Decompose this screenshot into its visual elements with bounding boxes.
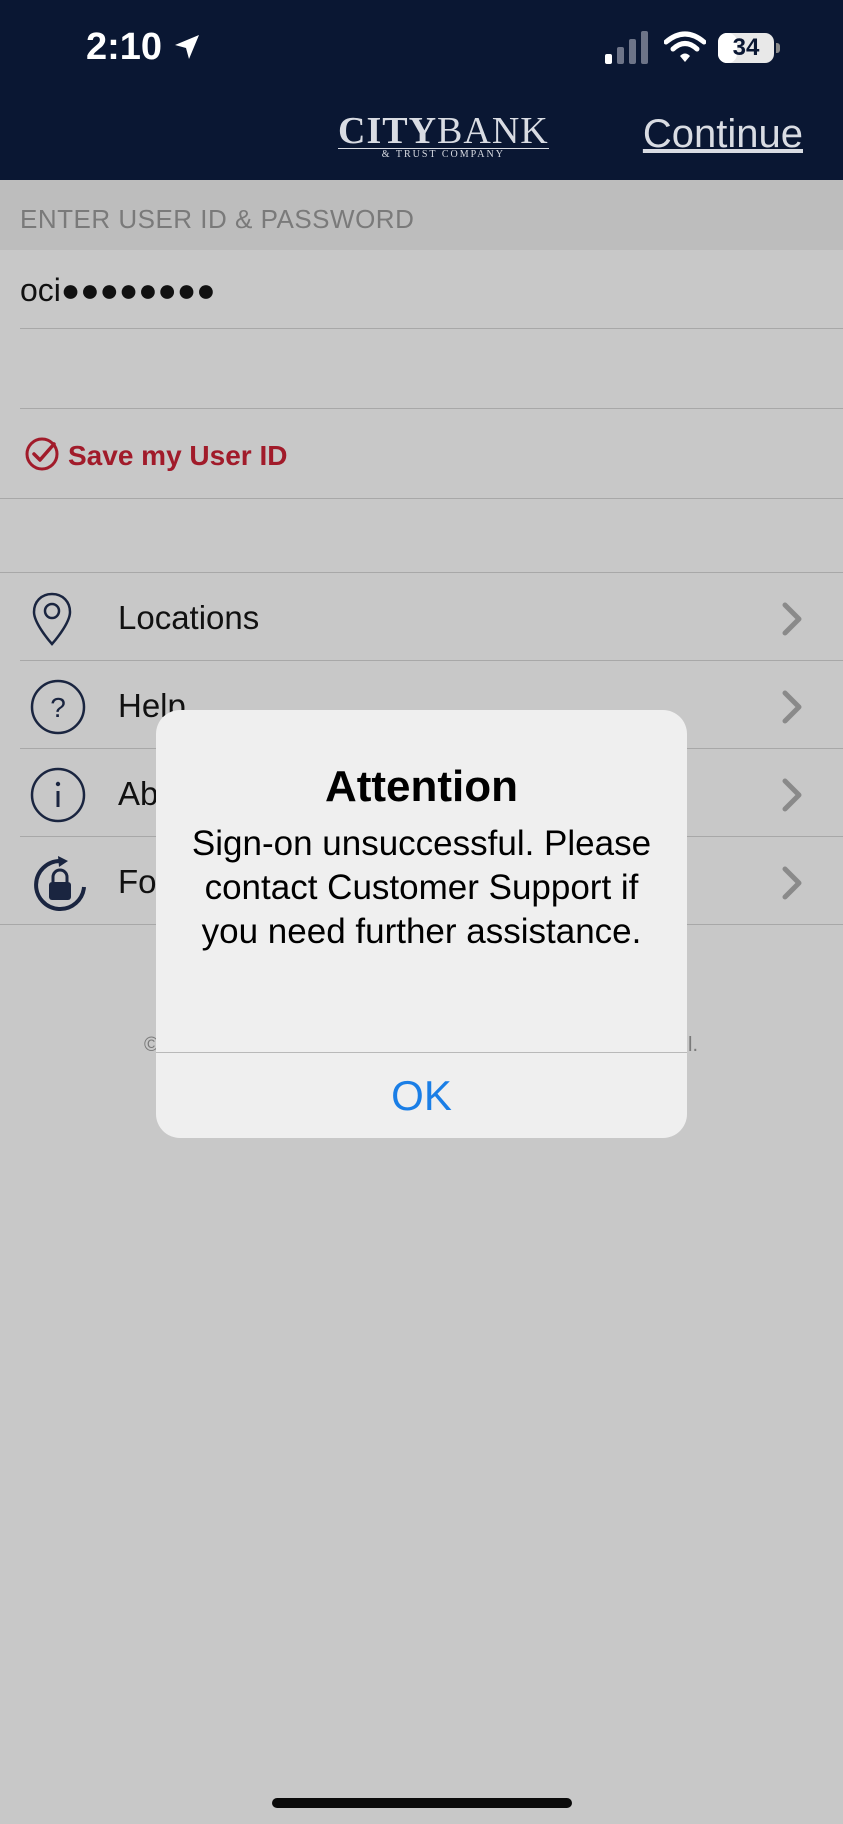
password-field[interactable]: [0, 329, 843, 408]
chevron-right-icon: [782, 690, 802, 724]
info-circle-icon: [30, 767, 86, 823]
svg-text:?: ?: [50, 692, 66, 723]
lock-refresh-icon: [34, 856, 86, 911]
location-arrow-icon: [175, 35, 199, 59]
footer-text-fragment: l.: [688, 1034, 698, 1056]
attention-alert-dialog: Attention Sign-on unsuccessful. Please c…: [156, 710, 687, 1138]
user-id-value: oci●●●●●●●●: [20, 272, 216, 308]
battery-icon: 34: [718, 33, 780, 63]
divider: [0, 498, 843, 499]
question-circle-icon: ?: [30, 679, 86, 735]
citybank-logo: CITYBANK & TRUST COMPANY: [338, 110, 549, 160]
top-navigation-bar: 2:10 34 CITYBANK & TRUST COMPANY Continu…: [0, 0, 843, 180]
user-id-field[interactable]: oci●●●●●●●●: [0, 250, 843, 328]
section-header-label: ENTER USER ID & PASSWORD: [20, 204, 415, 234]
continue-button[interactable]: Continue: [643, 112, 803, 157]
section-header: ENTER USER ID & PASSWORD: [0, 180, 843, 250]
battery-level: 34: [732, 34, 760, 61]
wifi-icon: [664, 31, 706, 62]
home-indicator[interactable]: [272, 1798, 572, 1808]
menu-item-label: Ab: [118, 775, 159, 812]
location-pin-icon: [32, 592, 72, 646]
chevron-right-icon: [782, 778, 802, 812]
chevron-right-icon: [782, 602, 802, 636]
save-user-id-toggle[interactable]: Save my User ID: [0, 410, 843, 498]
save-user-id-label: Save my User ID: [68, 440, 288, 471]
menu-item-locations[interactable]: Locations: [0, 573, 843, 661]
checkmark-circle-icon: [25, 437, 59, 471]
menu-item-label: Locations: [118, 599, 260, 636]
divider: [20, 408, 843, 409]
ok-button[interactable]: OK: [156, 1053, 687, 1138]
alert-message: Sign-on unsuccessful. Please contact Cus…: [191, 824, 652, 951]
menu-item-label: Fo: [118, 863, 157, 900]
cellular-signal-icon: [605, 31, 648, 64]
alert-title: Attention: [324, 762, 519, 811]
chevron-right-icon: [782, 866, 802, 900]
status-time: 2:10: [86, 26, 163, 68]
